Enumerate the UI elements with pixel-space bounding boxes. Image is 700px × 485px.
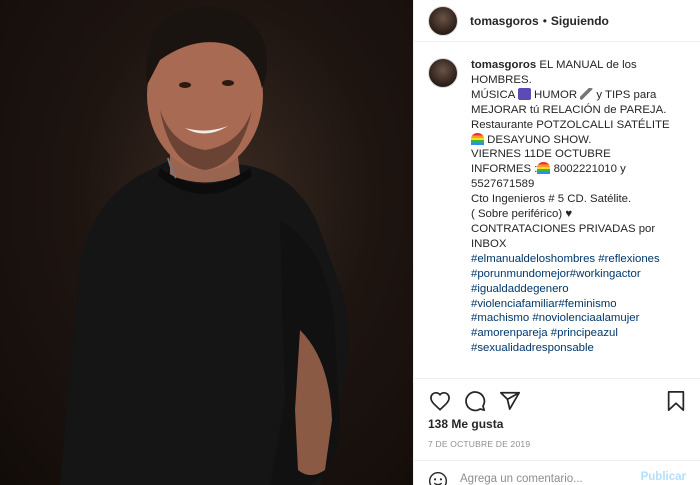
person-photo <box>60 6 349 485</box>
heart-icon[interactable] <box>428 389 452 413</box>
caption-line: 5527671589 <box>471 178 535 191</box>
caption-line: CONTRATACIONES PRIVADAS por <box>471 222 656 235</box>
caption-line: MÚSICA <box>471 88 515 101</box>
hashtag-link[interactable]: #sexualidadresponsable <box>471 341 681 356</box>
following-button[interactable]: Siguiendo <box>551 14 609 28</box>
post-date[interactable]: 7 DE OCTUBRE DE 2019 <box>428 439 530 449</box>
likes-count[interactable]: 138 Me gusta <box>428 417 503 431</box>
author-avatar[interactable] <box>428 5 458 36</box>
comment-input[interactable] <box>460 471 641 485</box>
caption-line: y TIPS para <box>596 88 657 101</box>
caption-text: tomasgoros EL MANUAL de los HOMBRES. MÚS… <box>471 58 681 356</box>
caption-line: EL MANUAL de los <box>539 59 637 71</box>
hashtag-link[interactable]: #elmanualdeloshombres #reflexiones <box>471 252 681 267</box>
dice-icon <box>517 87 531 100</box>
caption-line: HUMOR <box>534 88 578 101</box>
publish-button[interactable]: Publicar <box>641 471 686 483</box>
hashtag-link[interactable]: #igualdaddegenero <box>471 282 681 297</box>
hashtag-link[interactable]: #violenciafamiliar#feminismo <box>471 297 681 312</box>
caption-line: INBOX <box>471 237 507 250</box>
hashtag-link[interactable]: #amorenpareja #principeazul <box>471 326 681 341</box>
author-username[interactable]: tomasgoros <box>470 14 539 28</box>
emoji-icon[interactable] <box>428 471 448 485</box>
separator-dot: • <box>542 13 547 28</box>
microphone-icon <box>580 87 594 100</box>
rainbow-icon <box>537 162 551 175</box>
caption-comment: tomasgoros EL MANUAL de los HOMBRES. MÚS… <box>428 58 686 356</box>
comment-icon[interactable] <box>463 389 487 413</box>
caption-line: ( Sobre periférico) ♥ <box>471 208 573 221</box>
caption-line: Restaurante POTZOLCALLI SATÉLITE <box>471 118 670 131</box>
caption-line: MEJORAR tú RELACIÓN de PAREJA. <box>471 103 667 116</box>
action-bar <box>414 378 700 414</box>
rainbow-icon <box>471 132 484 145</box>
bookmark-icon[interactable] <box>664 389 688 413</box>
caption-line: VIERNES 11DE OCTUBRE <box>471 148 611 161</box>
caption-line: DESAYUNO SHOW. <box>487 133 592 146</box>
post-header: tomasgoros • Siguiendo <box>414 0 700 42</box>
add-comment-bar: Publicar <box>414 460 700 485</box>
caption-line: INFORMES : <box>471 163 538 176</box>
post-image[interactable] <box>0 0 413 485</box>
caption-line: HOMBRES. <box>471 73 532 86</box>
caption-username[interactable]: tomasgoros <box>471 59 536 71</box>
comments-area[interactable]: tomasgoros EL MANUAL de los HOMBRES. MÚS… <box>414 58 700 370</box>
post-panel: tomasgoros • Siguiendo tomasgoros EL MAN… <box>413 0 700 485</box>
share-icon[interactable] <box>498 389 522 413</box>
caption-avatar[interactable] <box>428 58 458 88</box>
caption-line: 8002221010 y <box>553 163 626 176</box>
caption-line: Cto Ingenieros # 5 CD. Satélite. <box>471 193 632 206</box>
hashtag-link[interactable]: #machismo #noviolenciaalamujer <box>471 311 681 326</box>
hashtag-link[interactable]: #porunmundomejor#workingactor <box>471 267 681 282</box>
